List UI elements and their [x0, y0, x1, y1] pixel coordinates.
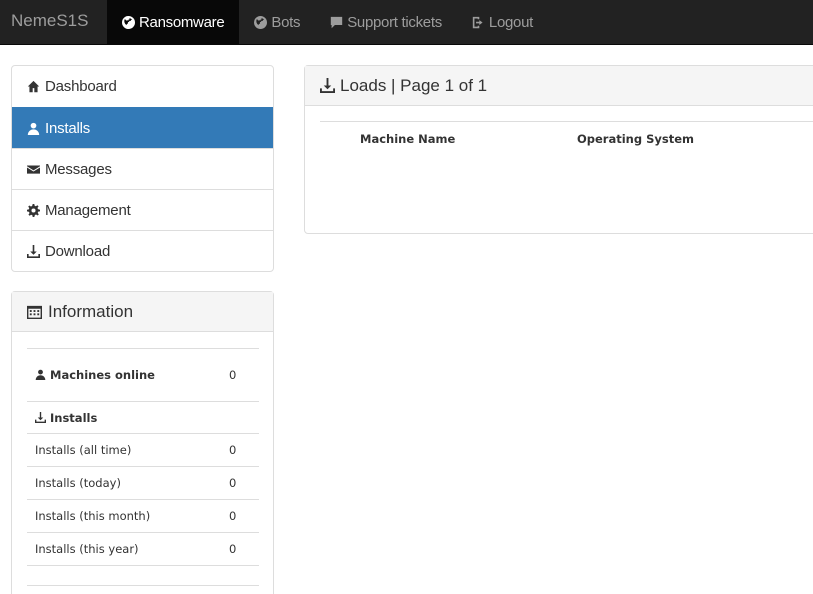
home-icon [27, 80, 40, 93]
machines-online-value: 0 [229, 368, 237, 382]
logout-icon [472, 16, 483, 29]
sidebar-item-label: Installs [45, 119, 91, 137]
sidebar-item-dashboard[interactable]: Dashboard [12, 66, 273, 107]
sidebar-item-label: Messages [45, 160, 112, 178]
row-value: 0 [229, 542, 237, 556]
download-icon [35, 411, 46, 423]
column-header-machine-name[interactable]: Machine Name [360, 132, 455, 146]
loads-table-border [320, 121, 813, 122]
sidebar-item-installs[interactable]: Installs [12, 107, 273, 148]
brand-logo[interactable]: NemeS1S [11, 11, 88, 31]
envelope-icon [27, 164, 40, 174]
loads-title: Loads | Page 1 of 1 [340, 75, 488, 95]
nav-ransomware-label: Ransomware [139, 14, 225, 31]
nav-bots[interactable]: Bots [239, 0, 315, 45]
table-row: Installs (this month) 0 [27, 499, 259, 532]
loads-panel: Loads | Page 1 of 1 Machine Name Operati… [304, 65, 813, 234]
user-icon [35, 369, 46, 380]
information-table: Machines online 0 Installs Installs (all… [27, 348, 259, 586]
calendar-icon [27, 305, 42, 319]
installs-heading-row: Installs [27, 401, 259, 433]
gear-icon [27, 203, 40, 217]
row-value: 0 [229, 509, 237, 523]
installs-heading: Installs [50, 410, 98, 425]
sidebar-item-label: Management [45, 201, 131, 219]
nav-logout[interactable]: Logout [457, 0, 548, 45]
download-icon [27, 244, 40, 258]
machines-online-label: Machines online [50, 368, 155, 382]
sidebar-item-management[interactable]: Management [12, 189, 273, 230]
globe-icon [122, 16, 135, 29]
nav-support-label: Support tickets [347, 14, 442, 31]
table-row: Installs (today) 0 [27, 466, 259, 499]
row-value: 0 [229, 476, 237, 490]
row-label: Installs (all time) [35, 443, 132, 457]
sidebar-menu: Dashboard Installs Messages Management D… [11, 65, 274, 272]
nav-logout-label: Logout [488, 14, 534, 31]
nav-ransomware[interactable]: Ransomware [107, 0, 240, 45]
top-navbar: NemeS1S Ransomware Bots Support tickets … [0, 0, 813, 45]
machines-online-row: Machines online 0 [27, 348, 259, 401]
main-nav: Ransomware Bots Support tickets Logout [107, 0, 548, 45]
information-title: Information [48, 301, 134, 321]
row-label: Installs (this year) [35, 542, 139, 556]
comment-icon [331, 16, 343, 29]
row-label: Installs (today) [35, 476, 121, 490]
column-header-operating-system[interactable]: Operating System [577, 132, 694, 146]
table-row: Installs (this year) 0 [27, 532, 259, 565]
loads-heading: Loads | Page 1 of 1 [305, 66, 813, 106]
download-icon [320, 78, 335, 93]
row-value: 0 [229, 443, 237, 457]
table-row: Installs (all time) 0 [27, 433, 259, 466]
table-spacer-row [27, 565, 259, 585]
sidebar-item-download[interactable]: Download [12, 230, 273, 271]
sidebar-item-messages[interactable]: Messages [12, 148, 273, 189]
sidebar-item-label: Dashboard [45, 78, 117, 95]
sidebar-item-label: Download [45, 242, 111, 260]
nav-bots-label: Bots [271, 14, 301, 31]
user-icon [27, 122, 40, 135]
information-panel: Information Machines online 0 Installs I… [11, 291, 274, 594]
information-heading: Information [12, 292, 273, 332]
table-bottom-border [27, 585, 259, 586]
nav-support-tickets[interactable]: Support tickets [315, 0, 457, 45]
globe-icon [254, 16, 268, 29]
row-label: Installs (this month) [35, 509, 151, 523]
